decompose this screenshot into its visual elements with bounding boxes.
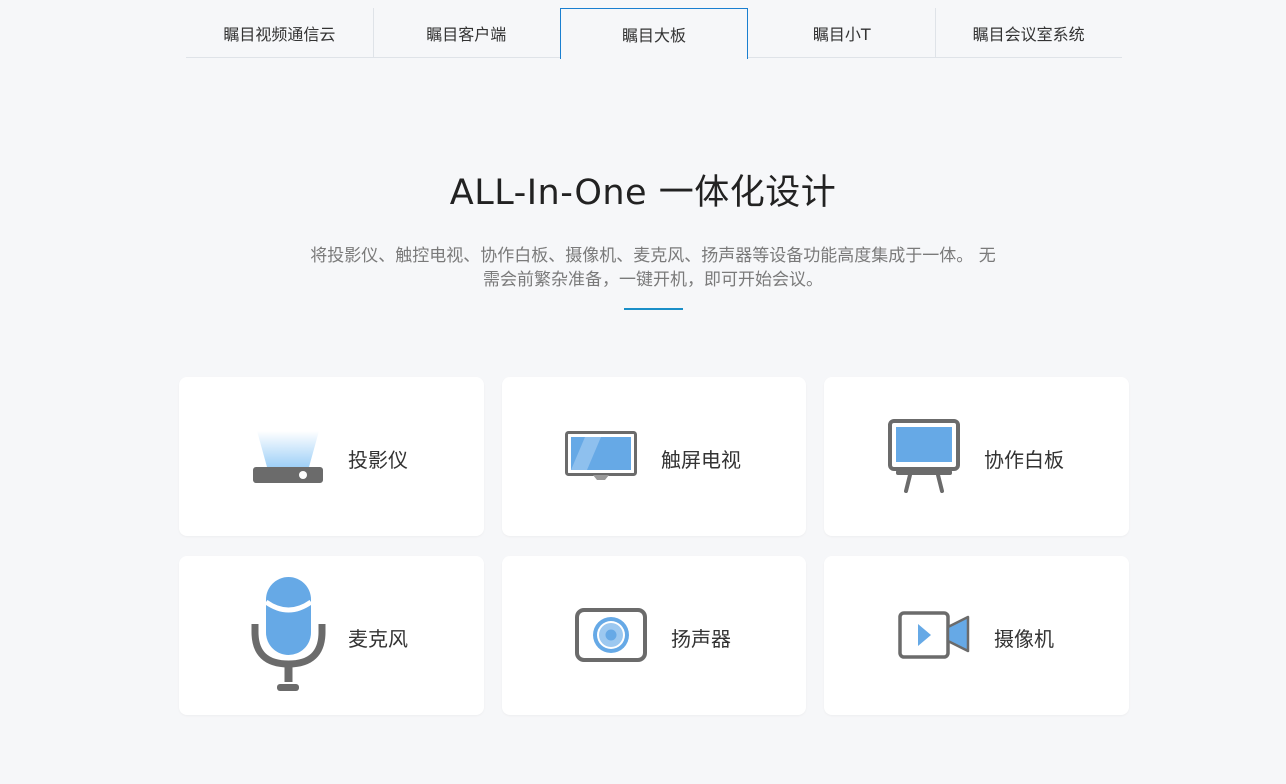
feature-label: 协作白板 [984,448,1064,472]
feature-card-whiteboard[interactable]: 协作白板 [824,377,1129,536]
speaker-icon [575,608,649,668]
tab-label: 瞩目会议室系统 [972,24,1085,44]
feature-card-touchscreen-tv[interactable]: 触屏电视 [502,377,806,536]
tab-big-board[interactable]: 瞩目大板 [559,8,749,59]
title-divider [624,308,683,310]
tab-meeting-room-system[interactable]: 瞩目会议室系统 [935,8,1122,57]
feature-card-camera[interactable]: 摄像机 [824,556,1129,715]
projector-icon [252,429,324,489]
section-title: ALL-In-One 一体化设计 [449,173,837,213]
feature-label: 麦克风 [348,627,408,651]
feature-label: 摄像机 [994,627,1054,651]
microphone-icon [251,576,327,700]
tab-label: 瞩目客户端 [426,24,507,44]
feature-card-projector[interactable]: 投影仪 [179,377,484,536]
feature-grid: 投影仪 触屏电视 协作白板 麦克风 扬声器 摄像机 [179,377,1129,715]
tab-label: 瞩目视频通信云 [223,24,336,44]
touchscreen-tv-icon [565,431,637,487]
feature-card-microphone[interactable]: 麦克风 [179,556,484,715]
feature-label: 扬声器 [671,627,731,651]
tab-label: 瞩目大板 [621,26,686,45]
tab-video-cloud[interactable]: 瞩目视频通信云 [186,8,373,57]
camera-icon [898,611,972,665]
feature-label: 投影仪 [348,448,408,472]
product-tabs: 瞩目视频通信云 瞩目客户端 瞩目大板 瞩目小T 瞩目会议室系统 [186,8,1122,59]
feature-card-speaker[interactable]: 扬声器 [502,556,806,715]
whiteboard-icon [888,419,962,499]
tab-small-t[interactable]: 瞩目小T [748,8,935,57]
section-description: 将投影仪、触控电视、协作白板、摄像机、麦克风、扬声器等设备功能高度集成于一体。 … [310,246,996,290]
tab-label: 瞩目小T [812,24,871,44]
tab-client[interactable]: 瞩目客户端 [372,8,560,57]
feature-label: 触屏电视 [661,448,741,472]
